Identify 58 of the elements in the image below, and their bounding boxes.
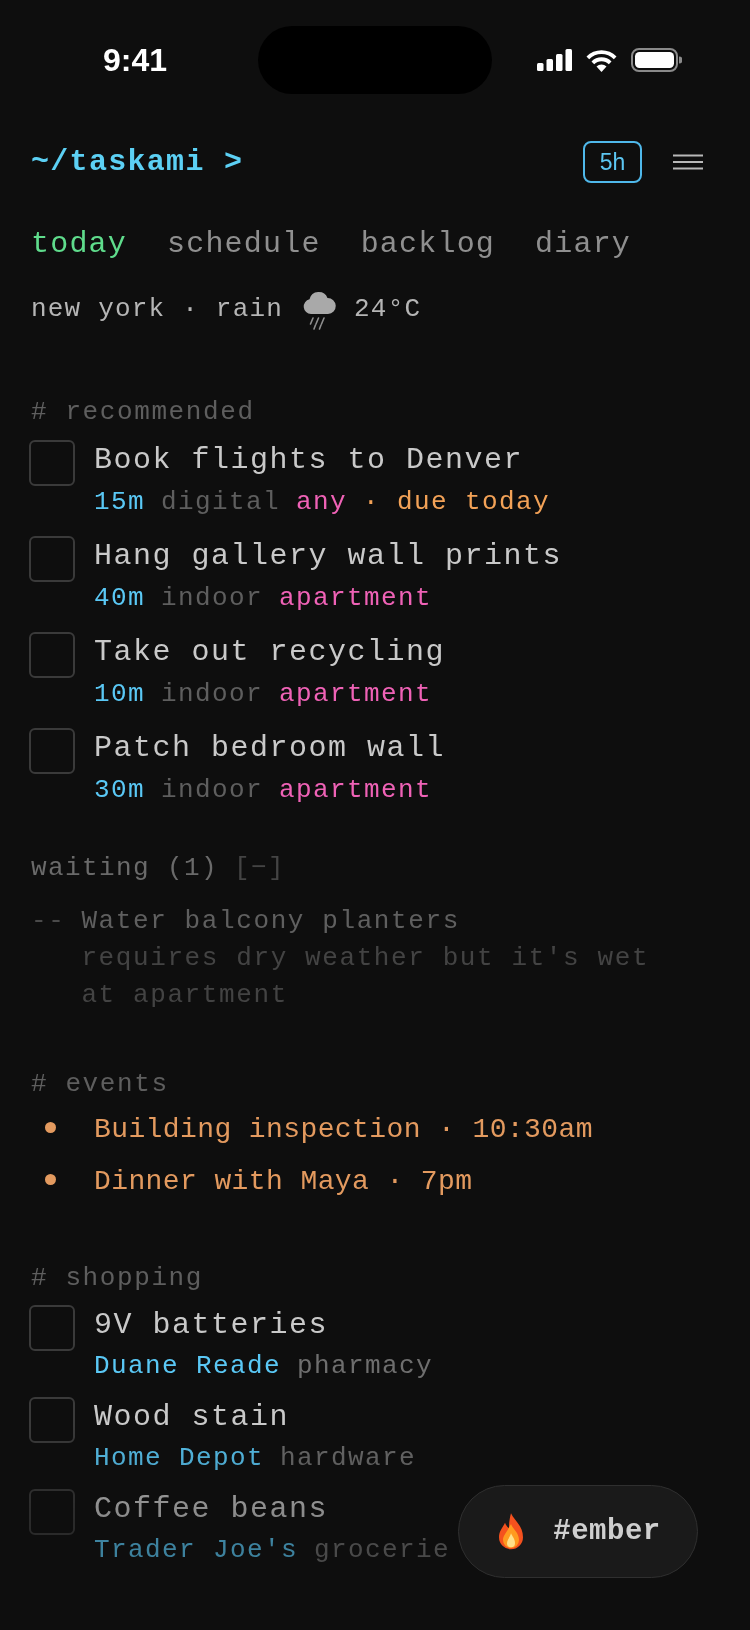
event-text: Building inspection · 10:30am (94, 1113, 593, 1147)
due-text: · due today (363, 486, 551, 519)
item-title: Coffee beans (94, 1491, 330, 1528)
bullet-icon (45, 1121, 56, 1133)
nav-tab[interactable]: today (31, 226, 127, 262)
temperature-text: 24°C (354, 293, 422, 326)
nav-tab[interactable]: backlog (360, 226, 496, 262)
item-marker: -- (31, 905, 66, 938)
category-text: indoor (161, 678, 264, 711)
task-title: Hang gallery wall prints (94, 538, 563, 575)
category-text: indoor (161, 774, 264, 807)
item-title: Wood stain (94, 1399, 291, 1436)
store-text: Duane Reade (94, 1350, 282, 1383)
category-text: hardware (280, 1442, 417, 1475)
wifi-icon (585, 48, 618, 72)
event-text: Dinner with Maya · 7pm (94, 1165, 473, 1199)
location-text: apartment (279, 582, 433, 615)
weather-summary: new york · rain (31, 293, 284, 326)
checkbox[interactable] (29, 728, 75, 774)
checkbox[interactable] (29, 632, 75, 678)
checkbox[interactable] (29, 536, 75, 582)
checkbox[interactable] (29, 1489, 75, 1535)
task-title: Book flights to Denver (94, 442, 525, 479)
task-title: Patch bedroom wall (94, 730, 446, 767)
category-text: indoor (161, 582, 264, 615)
battery-icon (631, 48, 682, 72)
store-text: Home Depot (94, 1442, 265, 1475)
status-time: 9:41 (102, 41, 167, 80)
nav-tab[interactable]: schedule (167, 226, 321, 262)
category-text: digital (161, 486, 281, 519)
time-budget-button[interactable]: 5h (583, 141, 642, 183)
duration-text: 40m (94, 582, 145, 615)
item-title: 9V batteries (94, 1307, 330, 1344)
section-heading: # events (31, 1068, 169, 1101)
app-title: ~/taskami > (31, 144, 244, 181)
waiting-task-title: Water balcony planters (81, 905, 461, 938)
waiting-heading: waiting (1) (31, 852, 219, 885)
tag-button[interactable]: #ember (458, 1485, 698, 1578)
checkbox[interactable] (29, 1305, 75, 1351)
category-text: grocerie (314, 1534, 451, 1567)
menu-icon (673, 154, 703, 170)
task-title: Take out recycling (94, 634, 446, 671)
location-text: apartment (279, 678, 433, 711)
checkbox[interactable] (29, 440, 75, 486)
location-text: apartment (279, 774, 433, 807)
category-text: pharmacy (297, 1350, 434, 1383)
duration-text: 15m (94, 486, 145, 519)
duration-text: 10m (94, 678, 145, 711)
section-heading: # recommended (31, 396, 255, 429)
signal-icon (537, 49, 572, 71)
bullet-icon (45, 1173, 56, 1185)
store-text: Trader Joe's (94, 1534, 299, 1567)
checkbox[interactable] (29, 1397, 75, 1443)
nav-tab[interactable]: diary (535, 226, 632, 262)
location-text: any (296, 486, 348, 519)
menu-button[interactable] (673, 152, 703, 172)
duration-text: 30m (94, 774, 145, 807)
section-heading: # shopping (31, 1262, 204, 1295)
